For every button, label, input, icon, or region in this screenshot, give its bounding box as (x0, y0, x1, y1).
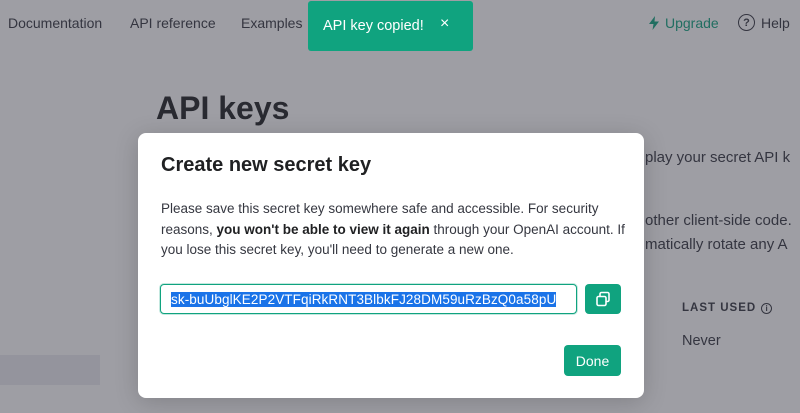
copy-key-button[interactable] (585, 284, 621, 314)
toast-message: API key copied! (323, 18, 424, 34)
done-button[interactable]: Done (564, 345, 621, 376)
copied-toast: API key copied! × (308, 1, 473, 51)
dialog-message-warning: you won't be able to view it again (216, 221, 430, 237)
secret-key-field[interactable]: sk-buUbglKE2P2VTFqiRkRNT3BlbkFJ28DM59uRz… (160, 284, 577, 314)
close-icon[interactable]: × (440, 15, 449, 33)
create-secret-key-dialog: Create new secret key Please save this s… (138, 133, 644, 398)
secret-key-value[interactable]: sk-buUbglKE2P2VTFqiRkRNT3BlbkFJ28DM59uRz… (171, 291, 557, 307)
copy-icon (596, 291, 610, 307)
dialog-title: Create new secret key (161, 154, 372, 176)
dialog-message: Please save this secret key somewhere sa… (161, 199, 631, 261)
